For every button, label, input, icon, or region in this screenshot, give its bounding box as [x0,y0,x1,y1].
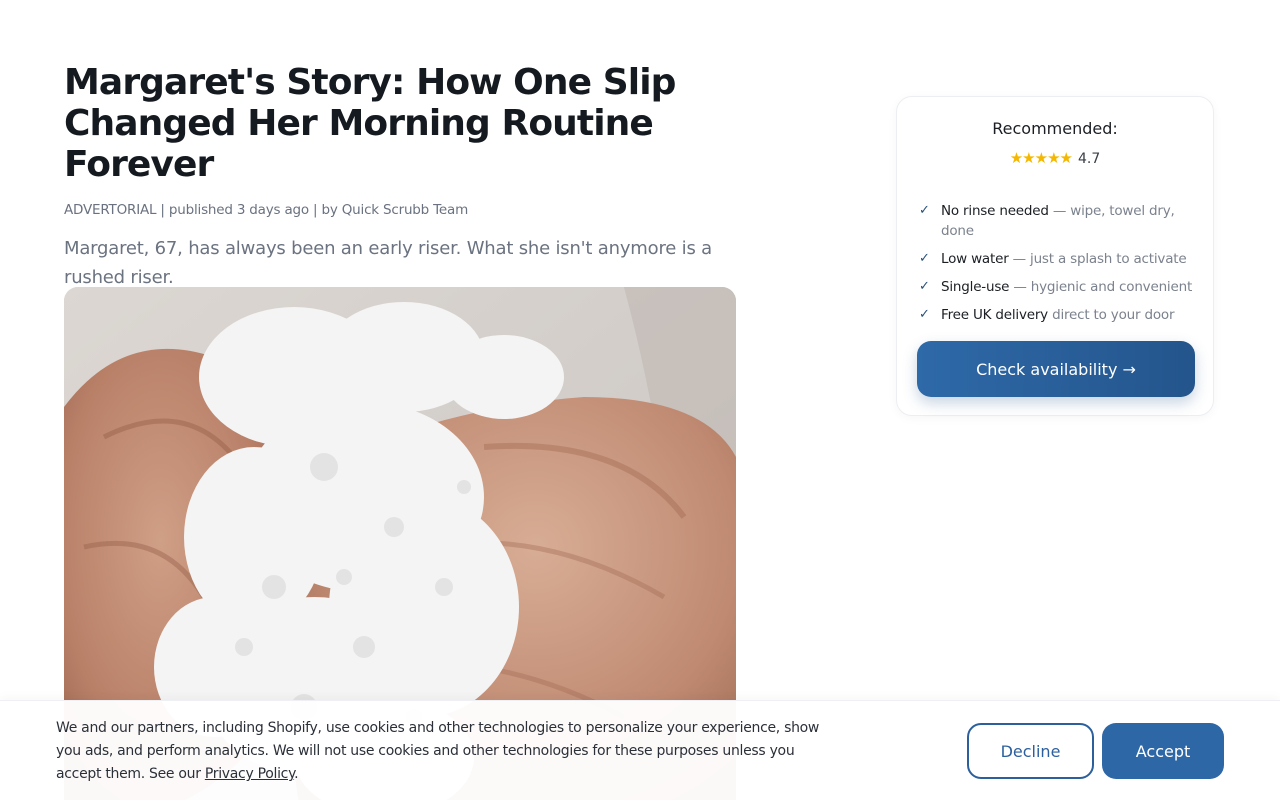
article-title: Margaret's Story: How One Slip Changed H… [64,62,676,185]
check-icon: ✓ [919,307,930,322]
feature-item: ✓ Free UK delivery direct to your door [917,305,1197,325]
privacy-policy-link[interactable]: Privacy Policy [205,766,295,782]
recommended-title: Recommended: [992,119,1118,138]
article: Margaret's Story: How One Slip Changed H… [64,62,736,292]
check-availability-button[interactable]: Check availability → [917,341,1195,397]
decline-button[interactable]: Decline [967,723,1094,779]
cookie-message-end: . [294,766,299,782]
feature-name: Single-use [941,279,1010,295]
feature-list: ✓ No rinse needed — wipe, towel dry, don… [917,201,1197,333]
feature-name: No rinse needed [941,203,1049,219]
check-icon: ✓ [919,279,930,294]
feature-item: ✓ No rinse needed — wipe, towel dry, don… [917,201,1197,241]
feature-detail: direct to your door [1047,307,1175,323]
cookie-message: We and our partners, including Shopify, … [56,720,820,782]
feature-detail: — just a splash to activate [1008,251,1187,267]
star-icon: ★★★★★ [1009,149,1073,167]
cookie-text: We and our partners, including Shopify, … [56,717,826,786]
cookie-banner: We and our partners, including Shopify, … [0,700,1280,800]
recommended-card: Recommended: ★★★★★ 4.7 ✓ No rinse needed … [896,96,1214,416]
feature-name: Low water [941,251,1009,267]
rating-value: 4.7 [1077,151,1101,167]
rating: ★★★★★ 4.7 [897,149,1213,167]
article-lede: Margaret, 67, has always been an early r… [64,238,712,288]
check-icon: ✓ [919,251,930,266]
page: Margaret's Story: How One Slip Changed H… [0,0,1280,800]
feature-item: ✓ Low water — just a splash to activate [917,249,1197,269]
accept-button[interactable]: Accept [1102,723,1224,779]
feature-item: ✓ Single-use — hygienic and convenient [917,277,1197,297]
feature-name: Free UK delivery [941,307,1048,323]
feature-detail: — hygienic and convenient [1009,279,1193,295]
check-icon: ✓ [919,203,930,218]
article-meta: ADVERTORIAL | published 3 days ago | by … [64,202,469,218]
